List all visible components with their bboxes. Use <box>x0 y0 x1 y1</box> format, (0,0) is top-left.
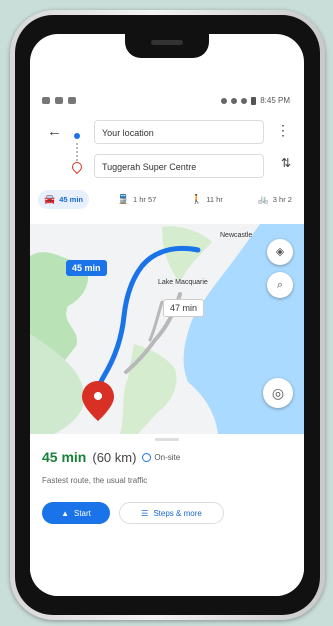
notification-icon <box>42 97 50 104</box>
car-icon: 🚘 <box>44 193 56 204</box>
location-icon <box>221 97 228 104</box>
onsite-icon <box>142 453 152 462</box>
drag-handle[interactable] <box>155 438 179 441</box>
tab-bike[interactable]: 🚲 3 hr 2 <box>252 190 298 209</box>
tab-walk-label: 11 hr <box>206 194 223 204</box>
phone-screen: 8:45 PM ← Your location Tuggerah Super C… <box>30 34 304 596</box>
route-summary: 45 min (60 km) On-site <box>42 449 180 465</box>
route-distance: (60 km) <box>92 450 137 465</box>
status-time: 8:45 PM <box>260 96 290 105</box>
start-button[interactable]: ▲ Start <box>42 502 110 524</box>
phone-notch <box>125 34 209 58</box>
cloud-icon <box>55 97 63 104</box>
swap-icon[interactable]: ⇅ <box>281 156 291 170</box>
tab-drive[interactable]: 🚘 45 min <box>38 189 89 209</box>
route-summary-card: 45 min (60 km) On-site Fastest route, th… <box>30 434 304 596</box>
list-icon: ☰ <box>141 508 149 518</box>
status-bar: 8:45 PM <box>30 94 304 110</box>
battery-icon <box>251 96 257 105</box>
travel-mode-tabs: 🚘 45 min 🚆 1 hr 57 🚶 11 hr 🚲 3 hr 2 <box>38 188 298 210</box>
route-time-primary[interactable]: 45 min <box>66 260 107 276</box>
destination-pin-icon <box>69 159 85 175</box>
steps-and-more-button[interactable]: ☰ Steps & more <box>119 502 224 524</box>
tab-bike-label: 3 hr 2 <box>272 194 292 204</box>
more-options-icon[interactable]: ⋮ <box>276 122 290 139</box>
bike-icon: 🚲 <box>257 193 269 204</box>
walk-icon: 🚶 <box>191 193 203 204</box>
route-connector <box>76 143 80 161</box>
route-time-alternate[interactable]: 47 min <box>163 299 205 317</box>
map-canvas <box>30 224 304 434</box>
tab-walk[interactable]: 🚶 11 hr <box>185 190 229 209</box>
status-icons-left <box>42 97 76 104</box>
steps-button-label: Steps & more <box>153 508 202 518</box>
search-icon[interactable]: ⌕ <box>267 272 293 298</box>
route-description: Fastest route, the usual traffic <box>42 476 148 485</box>
place-label-newcastle: Newcastle <box>220 232 253 239</box>
wifi-icon <box>241 97 248 104</box>
route-time: 45 min <box>42 449 87 465</box>
status-icons-right: 8:45 PM <box>221 96 290 105</box>
origin-dot-icon <box>74 133 80 139</box>
tab-transit-label: 1 hr 57 <box>132 194 157 204</box>
my-location-icon[interactable]: ◎ <box>263 378 293 408</box>
transit-icon: 🚆 <box>117 193 129 204</box>
layers-icon[interactable]: ◈ <box>267 239 293 265</box>
place-label-lake: Lake Macquarie <box>158 279 208 286</box>
start-button-label: Start <box>74 508 91 518</box>
onsite-label: On-site <box>154 453 181 462</box>
bluetooth-icon <box>231 97 238 104</box>
speaker-grille <box>151 40 183 45</box>
sync-icon <box>68 97 76 104</box>
back-arrow-icon[interactable]: ← <box>47 123 62 140</box>
tab-transit[interactable]: 🚆 1 hr 57 <box>112 190 163 209</box>
onsite-badge: On-site <box>142 453 180 462</box>
destination-field[interactable]: Tuggerah Super Centre <box>94 154 264 178</box>
origin-field[interactable]: Your location <box>94 120 264 144</box>
map-view[interactable]: Newcastle Lake Macquarie 45 min 47 min ◈… <box>30 224 304 434</box>
navigation-arrow-icon: ▲ <box>61 508 69 518</box>
tab-drive-label: 45 min <box>59 194 83 204</box>
